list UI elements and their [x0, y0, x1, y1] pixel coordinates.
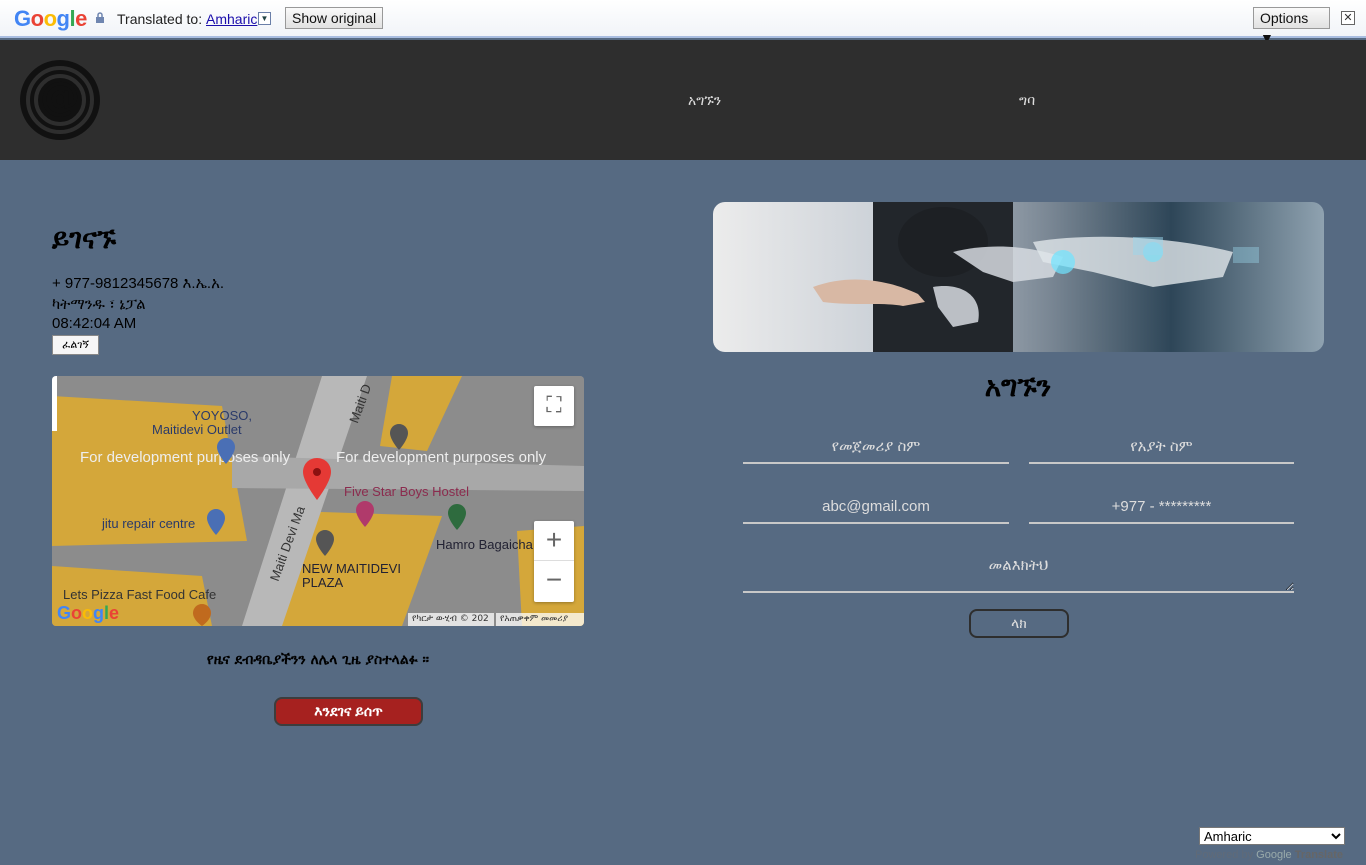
dev-notice: For development purposes only [336, 449, 547, 466]
address-text: ካትማንዱ ፣ ኔፓል [52, 296, 146, 313]
map-data-credit[interactable]: የካርታ ውሂብ © 202 [408, 613, 494, 626]
dev-notice: For development purposes only [80, 449, 291, 466]
zoom-control: + − [534, 521, 574, 602]
call-button[interactable]: እንደገና ይሰጥ [274, 697, 423, 726]
translated-to-label: Translated to: [117, 11, 203, 27]
language-select[interactable]: Amharic [1199, 827, 1345, 845]
options-button[interactable]: Options ▼ [1253, 7, 1330, 46]
map-label: Maitidevi Outlet [152, 422, 242, 437]
send-button[interactable]: ላክ [969, 609, 1069, 638]
map-label: YOYOSO, [192, 408, 252, 423]
last-name-field[interactable] [1029, 430, 1294, 464]
world-map-hand-image [813, 202, 1259, 352]
map-label: Lets Pizza Fast Food Cafe [63, 587, 217, 602]
map-label: Five Star Boys Hostel [344, 484, 469, 499]
phone-field[interactable] [1029, 490, 1294, 524]
site-logo[interactable]: @ [20, 60, 100, 140]
park-pin-icon[interactable] [448, 504, 466, 530]
translate-bar: Google Translated to: Amharic ▼ Show ori… [0, 0, 1366, 46]
zoom-out-button[interactable]: − [534, 561, 574, 601]
nav-contact-link[interactable]: አግኙን [688, 93, 721, 109]
place-pin-icon[interactable] [390, 424, 408, 450]
site-header: @ አግኙን ግባ [0, 40, 1366, 160]
fullscreen-button[interactable]: ⛶ [534, 386, 574, 426]
map-label: jitu repair centre [102, 516, 196, 531]
message-field[interactable] [743, 550, 1294, 593]
language-link[interactable]: Amharic [206, 11, 257, 27]
email-field[interactable] [743, 490, 1009, 524]
close-icon[interactable]: ✕ [1341, 11, 1355, 25]
powered-by-label: Powered by [1195, 849, 1254, 861]
map-label: PLAZA [302, 575, 344, 590]
repair-pin-icon[interactable] [207, 509, 225, 535]
shopping-pin-icon[interactable] [217, 438, 235, 464]
map-terms-link[interactable]: የአጠቃቀም መመሪያ [496, 613, 584, 626]
hotel-pin-icon[interactable] [356, 501, 374, 527]
restaurant-pin-icon[interactable] [193, 604, 211, 626]
visit-text: የዜና ደብዳቤያችንን ለሌላ ጊዜ ያስተላልፉ ። [206, 652, 430, 668]
first-name-field[interactable] [743, 430, 1009, 464]
lock-icon [96, 12, 104, 23]
contact-title: ይገናኙ [52, 222, 117, 255]
map[interactable]: YOYOSO, Maitidevi Outlet Maiti D Five St… [52, 376, 584, 626]
form-title: አግኙን [984, 370, 1052, 403]
translate-label: Translate [1294, 849, 1344, 861]
banner-image [713, 202, 1324, 352]
powered-by-google-translate: Powered by Google Translate [1195, 849, 1343, 861]
map-marker-icon[interactable] [303, 458, 331, 500]
google-map-logo: Google [57, 603, 120, 623]
nav-login-link[interactable]: ግባ [1019, 93, 1035, 109]
find-me-button[interactable]: ፈልገኝ [52, 335, 99, 355]
google-translate-logo: Google [1256, 849, 1292, 861]
chevron-down-icon[interactable]: ▼ [258, 12, 271, 25]
at-icon: @ [40, 74, 80, 120]
map-label: Hamro Bagaicha [436, 537, 533, 552]
map-label: NEW MAITIDEVI [302, 561, 401, 576]
place-pin-icon[interactable] [316, 530, 334, 556]
time-text: 08:42:04 AM [52, 315, 137, 332]
zoom-in-button[interactable]: + [534, 521, 574, 561]
show-original-button[interactable]: Show original [285, 7, 384, 29]
google-logo: Google [14, 6, 87, 31]
phone-text: + 977-9812345678 እ.ኤ.አ. [52, 275, 225, 292]
